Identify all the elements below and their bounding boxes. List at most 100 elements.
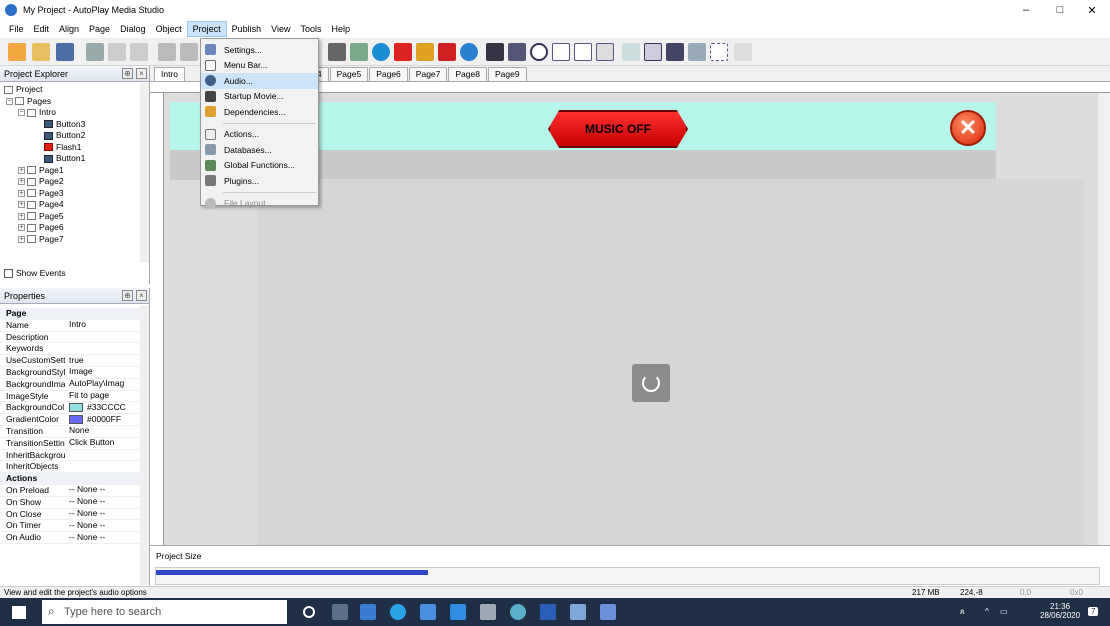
tree-page5[interactable]: + Page5 [4,211,149,223]
property-row[interactable]: UseCustomSett true [0,355,149,367]
menu-item-databases[interactable]: Databases... [201,142,318,158]
expand-icon[interactable]: + [18,212,25,220]
tree-page6[interactable]: + Page6 [4,222,149,234]
pdf-icon[interactable] [438,43,456,61]
menu-item-settings[interactable]: Settings... [201,42,318,58]
progress-object-icon[interactable] [666,43,684,61]
color-swatch[interactable] [69,403,83,413]
menu-align[interactable]: Align [54,22,84,36]
copy-icon[interactable] [108,43,126,61]
maximize-button[interactable]: □ [1042,0,1078,20]
expand-icon[interactable]: + [18,166,25,174]
expand-icon[interactable]: + [18,189,25,197]
canvas-scrollbar[interactable] [1098,93,1110,545]
color-swatch[interactable] [69,415,83,425]
pin-icon[interactable]: ⊕ [122,68,133,79]
tree-page-intro[interactable]: − Intro [4,107,149,119]
edge-icon[interactable] [390,604,406,620]
app-icon[interactable] [480,604,496,620]
close-x-icon[interactable]: ✕ [950,110,986,146]
notification-badge[interactable]: 7 [1088,607,1099,616]
redo-icon[interactable] [180,43,198,61]
windows-start-icon[interactable] [12,606,26,619]
tree-page7[interactable]: + Page7 [4,234,149,246]
menu-item-plugins[interactable]: Plugins... [201,173,318,189]
close-window-button[interactable]: ✕ [1074,0,1110,20]
tab-page9[interactable]: Page9 [487,67,527,81]
property-row[interactable]: BackgroundCol #33CCCC [0,402,149,415]
combo-object-icon[interactable] [574,43,592,61]
property-row[interactable]: Keywords [0,343,149,356]
taskbar-search-input[interactable]: ⌕ Type here to search [42,600,287,624]
property-row[interactable]: InheritObjects [0,461,149,474]
store-icon[interactable] [420,604,436,620]
menu-item-audio[interactable]: Audio... [201,73,318,89]
tab-page8[interactable]: Page8 [448,67,487,81]
checkbox-object-icon[interactable] [508,43,526,61]
tree-button3[interactable]: Button3 [4,119,149,131]
button-object-icon[interactable] [486,43,504,61]
paste-icon[interactable] [130,43,148,61]
property-row[interactable]: ImageStyle Fit to page [0,391,149,403]
property-row[interactable]: BackgroundIma AutoPlay\Imag [0,379,149,391]
hotspot-object-icon[interactable] [710,43,728,61]
action-row[interactable]: On Audio -- None -- [0,532,149,544]
show-events-checkbox[interactable] [4,268,13,278]
open-icon[interactable] [32,43,50,61]
panel-close-icon[interactable]: × [136,68,147,79]
menu-project[interactable]: Project [186,21,227,37]
expand-icon[interactable]: + [18,224,25,232]
pencil-icon[interactable] [734,43,752,61]
tree-page2[interactable]: + Page2 [4,176,149,188]
mail-icon[interactable] [450,604,466,620]
tab-page7[interactable]: Page7 [408,67,448,81]
collapse-icon[interactable]: − [6,97,13,105]
menu-view[interactable]: View [266,22,295,36]
menu-dialog[interactable]: Dialog [115,22,151,36]
action-row[interactable]: On Show -- None -- [0,497,149,509]
property-row[interactable]: BackgroundStyl Image [0,367,149,379]
menu-tools[interactable]: Tools [296,22,327,36]
collapse-icon[interactable]: − [18,109,25,117]
properties-section-actions[interactable]: Actions [0,473,149,485]
clock[interactable]: 21:36 28/06/2020 [1040,602,1080,620]
minimize-button[interactable]: – [1008,0,1044,20]
tab-intro[interactable]: Intro [154,67,186,81]
cortana-icon[interactable] [303,606,315,618]
task-view-icon[interactable] [332,604,348,620]
explorer-icon[interactable] [360,604,376,620]
pin-icon[interactable]: ⊕ [122,290,133,301]
tree-page3[interactable]: + Page3 [4,188,149,200]
menu-item-startup-movie[interactable]: Startup Movie... [201,89,318,105]
action-row[interactable]: On Preload -- None -- [0,485,149,497]
show-events-toggle[interactable]: Show Events [4,268,66,278]
tree-page1[interactable]: + Page1 [4,165,149,177]
new-wand-icon[interactable] [8,43,26,61]
properties-scrollbar[interactable] [140,305,149,585]
menu-publish[interactable]: Publish [227,22,267,36]
music-off-button[interactable]: MUSIC OFF [548,110,688,148]
menu-object[interactable]: Object [151,22,187,36]
property-row[interactable]: GradientColor #0000FF [0,414,149,426]
action-row[interactable]: On Timer -- None -- [0,520,149,533]
web-icon[interactable] [460,43,478,61]
flash-object-icon[interactable] [394,43,412,61]
property-row[interactable]: InheritBackgrou [0,450,149,462]
menu-item-actions[interactable]: Actions... [201,127,318,143]
undo-icon[interactable] [158,43,176,61]
action-row[interactable]: On Close -- None -- [0,509,149,521]
menu-item-global-functions[interactable]: Global Functions... [201,158,318,174]
menu-page[interactable]: Page [84,22,115,36]
autoplay-taskbar-icon[interactable] [510,604,526,620]
word-icon[interactable] [540,604,556,620]
radio-object-icon[interactable] [530,43,548,61]
listbox-object-icon[interactable] [596,43,614,61]
menu-file[interactable]: File [4,22,29,36]
calculator-icon[interactable] [328,43,346,61]
tree-button1[interactable]: Button1 [4,153,149,165]
tab-page5[interactable]: Page5 [329,67,369,81]
slideshow-icon[interactable] [416,43,434,61]
tree-pages[interactable]: − Pages [4,96,149,108]
tray-chevron-icon[interactable]: ^ [985,607,989,616]
grid-object-icon[interactable] [644,43,662,61]
